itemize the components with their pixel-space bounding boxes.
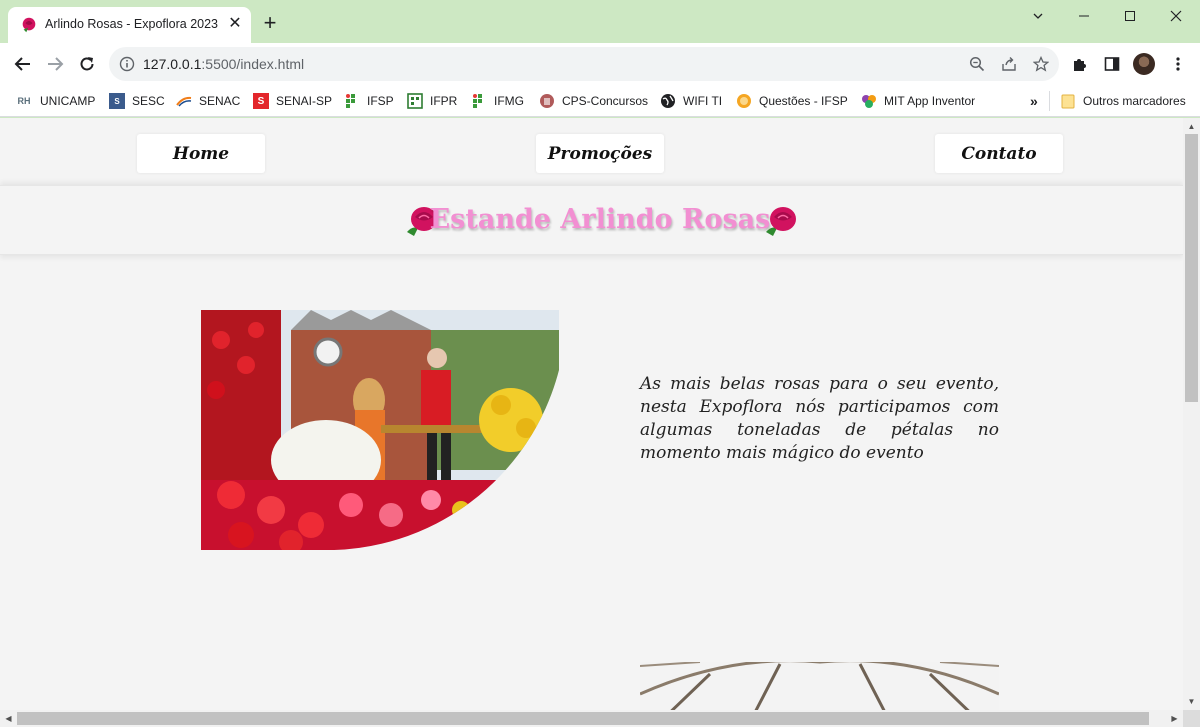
bookmark-cps-concursos[interactable]: CPS-Concursos	[539, 91, 648, 111]
reload-icon[interactable]	[74, 51, 100, 77]
bookmark-unicamp[interactable]: RH UNICAMP	[15, 91, 96, 111]
zoom-icon[interactable]	[967, 54, 987, 74]
url-path: :5500/index.html	[201, 56, 305, 72]
scroll-up-arrow-icon[interactable]: ▲	[1183, 118, 1200, 135]
greenhouse-photo	[640, 662, 999, 710]
scrollbar-corner	[1183, 710, 1200, 727]
scroll-right-arrow-icon[interactable]: ▶	[1166, 710, 1183, 727]
close-icon[interactable]	[1153, 0, 1199, 32]
senac-icon	[176, 93, 192, 109]
page-header: Estande Arlindo Rosas	[0, 185, 1183, 255]
scroll-left-arrow-icon[interactable]: ◀	[0, 710, 17, 727]
nav-promocoes-button[interactable]: Promoções	[536, 134, 664, 173]
description-text: As mais belas rosas para o seu evento, n…	[640, 374, 999, 463]
vertical-scroll-thumb[interactable]	[1185, 134, 1198, 402]
back-arrow-icon[interactable]	[10, 51, 36, 77]
star-bookmark-icon[interactable]	[1031, 54, 1051, 74]
bookmark-ifsp[interactable]: IFSP	[344, 91, 394, 111]
scroll-down-arrow-icon[interactable]: ▼	[1183, 693, 1200, 710]
nav-home-button[interactable]: Home	[137, 134, 265, 173]
if-icon	[471, 93, 487, 109]
share-icon[interactable]	[999, 54, 1019, 74]
bookmark-label: IFMG	[494, 94, 524, 108]
new-tab-button[interactable]: +	[258, 12, 282, 36]
bookmark-label: IFPR	[430, 94, 458, 108]
url-host: 127.0.0.1	[143, 56, 202, 72]
bookmark-senac[interactable]: SENAC	[176, 91, 240, 111]
bookmark-label: UNICAMP	[40, 94, 96, 108]
page-viewport: Home Promoções Contato Estande Arlindo R…	[0, 118, 1183, 710]
bookmarks-separator	[1049, 91, 1050, 111]
bookmark-wifi-ti[interactable]: WIFI TI	[660, 91, 722, 111]
tab-title: Arlindo Rosas - Expoflora 2023	[45, 17, 219, 31]
tab-bar: Arlindo Rosas - Expoflora 2023 ✕ +	[0, 0, 1200, 43]
mit-icon	[861, 93, 877, 109]
bookmark-label: Outros marcadores	[1083, 94, 1186, 108]
side-panel-icon[interactable]	[1099, 51, 1125, 77]
bookmark-label: SESC	[132, 94, 165, 108]
horizontal-scrollbar[interactable]: ◀ ▶	[0, 710, 1183, 727]
minimize-icon[interactable]	[1061, 0, 1107, 32]
if-icon	[344, 93, 360, 109]
extensions-puzzle-icon[interactable]	[1067, 51, 1093, 77]
senai-icon: S	[253, 93, 269, 109]
bookmark-label: SENAC	[199, 94, 241, 108]
nav-contato-button[interactable]: Contato	[935, 134, 1063, 173]
bookmark-label: SENAI-SP	[276, 94, 333, 108]
tab-close-icon[interactable]: ✕	[226, 15, 244, 33]
questoes-icon	[736, 93, 752, 109]
bookmarks-overflow-button[interactable]: »	[1030, 91, 1038, 111]
bookmark-ifmg[interactable]: IFMG	[471, 91, 524, 111]
bookmark-senai-sp[interactable]: S SENAI-SP	[253, 91, 332, 111]
tab-active[interactable]: Arlindo Rosas - Expoflora 2023 ✕	[8, 7, 251, 43]
bookmark-label: CPS-Concursos	[562, 94, 649, 108]
bookmarks-bar: RH UNICAMP S SESC SENAC S SENAI-SP IFSP	[0, 85, 1200, 117]
cps-icon	[539, 93, 555, 109]
bookmark-label: IFSP	[367, 94, 394, 108]
bookmark-label: WIFI TI	[683, 94, 723, 108]
expoflora-photo	[201, 310, 559, 550]
sesc-icon: S	[109, 93, 125, 109]
bookmark-ifpr[interactable]: IFPR	[407, 91, 457, 111]
browser-window: Arlindo Rosas - Expoflora 2023 ✕ + 127.0…	[0, 0, 1200, 727]
url-text[interactable]: 127.0.0.1:5500/index.html	[143, 56, 304, 72]
bookmark-other-folder[interactable]: Outros marcadores	[1060, 91, 1186, 111]
bookmark-label: Questões - IFSP	[759, 94, 848, 108]
kebab-menu-icon[interactable]	[1165, 51, 1191, 77]
bookmark-label: MIT App Inventor	[884, 94, 976, 108]
vertical-scrollbar[interactable]: ▲ ▼	[1183, 118, 1200, 710]
rose-icon	[22, 17, 36, 33]
browser-toolbar: 127.0.0.1:5500/index.html	[0, 43, 1200, 85]
if-icon	[407, 93, 423, 109]
bookmark-mit-app-inventor[interactable]: MIT App Inventor	[861, 91, 975, 111]
forward-arrow-icon[interactable]	[42, 51, 68, 77]
info-icon[interactable]	[117, 54, 137, 74]
globe-icon	[660, 93, 676, 109]
chevron-down-icon[interactable]	[1015, 0, 1061, 32]
profile-avatar[interactable]	[1133, 53, 1155, 75]
address-bar[interactable]: 127.0.0.1:5500/index.html	[109, 47, 1059, 81]
rose-icon	[766, 207, 796, 236]
folder-icon	[1060, 93, 1076, 109]
maximize-icon[interactable]	[1107, 0, 1153, 32]
horizontal-scroll-thumb[interactable]	[17, 712, 1149, 725]
bookmark-questoes-ifsp[interactable]: Questões - IFSP	[736, 91, 848, 111]
page-title: Estande Arlindo Rosas	[429, 204, 771, 235]
bookmark-sesc[interactable]: S SESC	[109, 91, 165, 111]
unicamp-icon: RH	[17, 96, 31, 106]
